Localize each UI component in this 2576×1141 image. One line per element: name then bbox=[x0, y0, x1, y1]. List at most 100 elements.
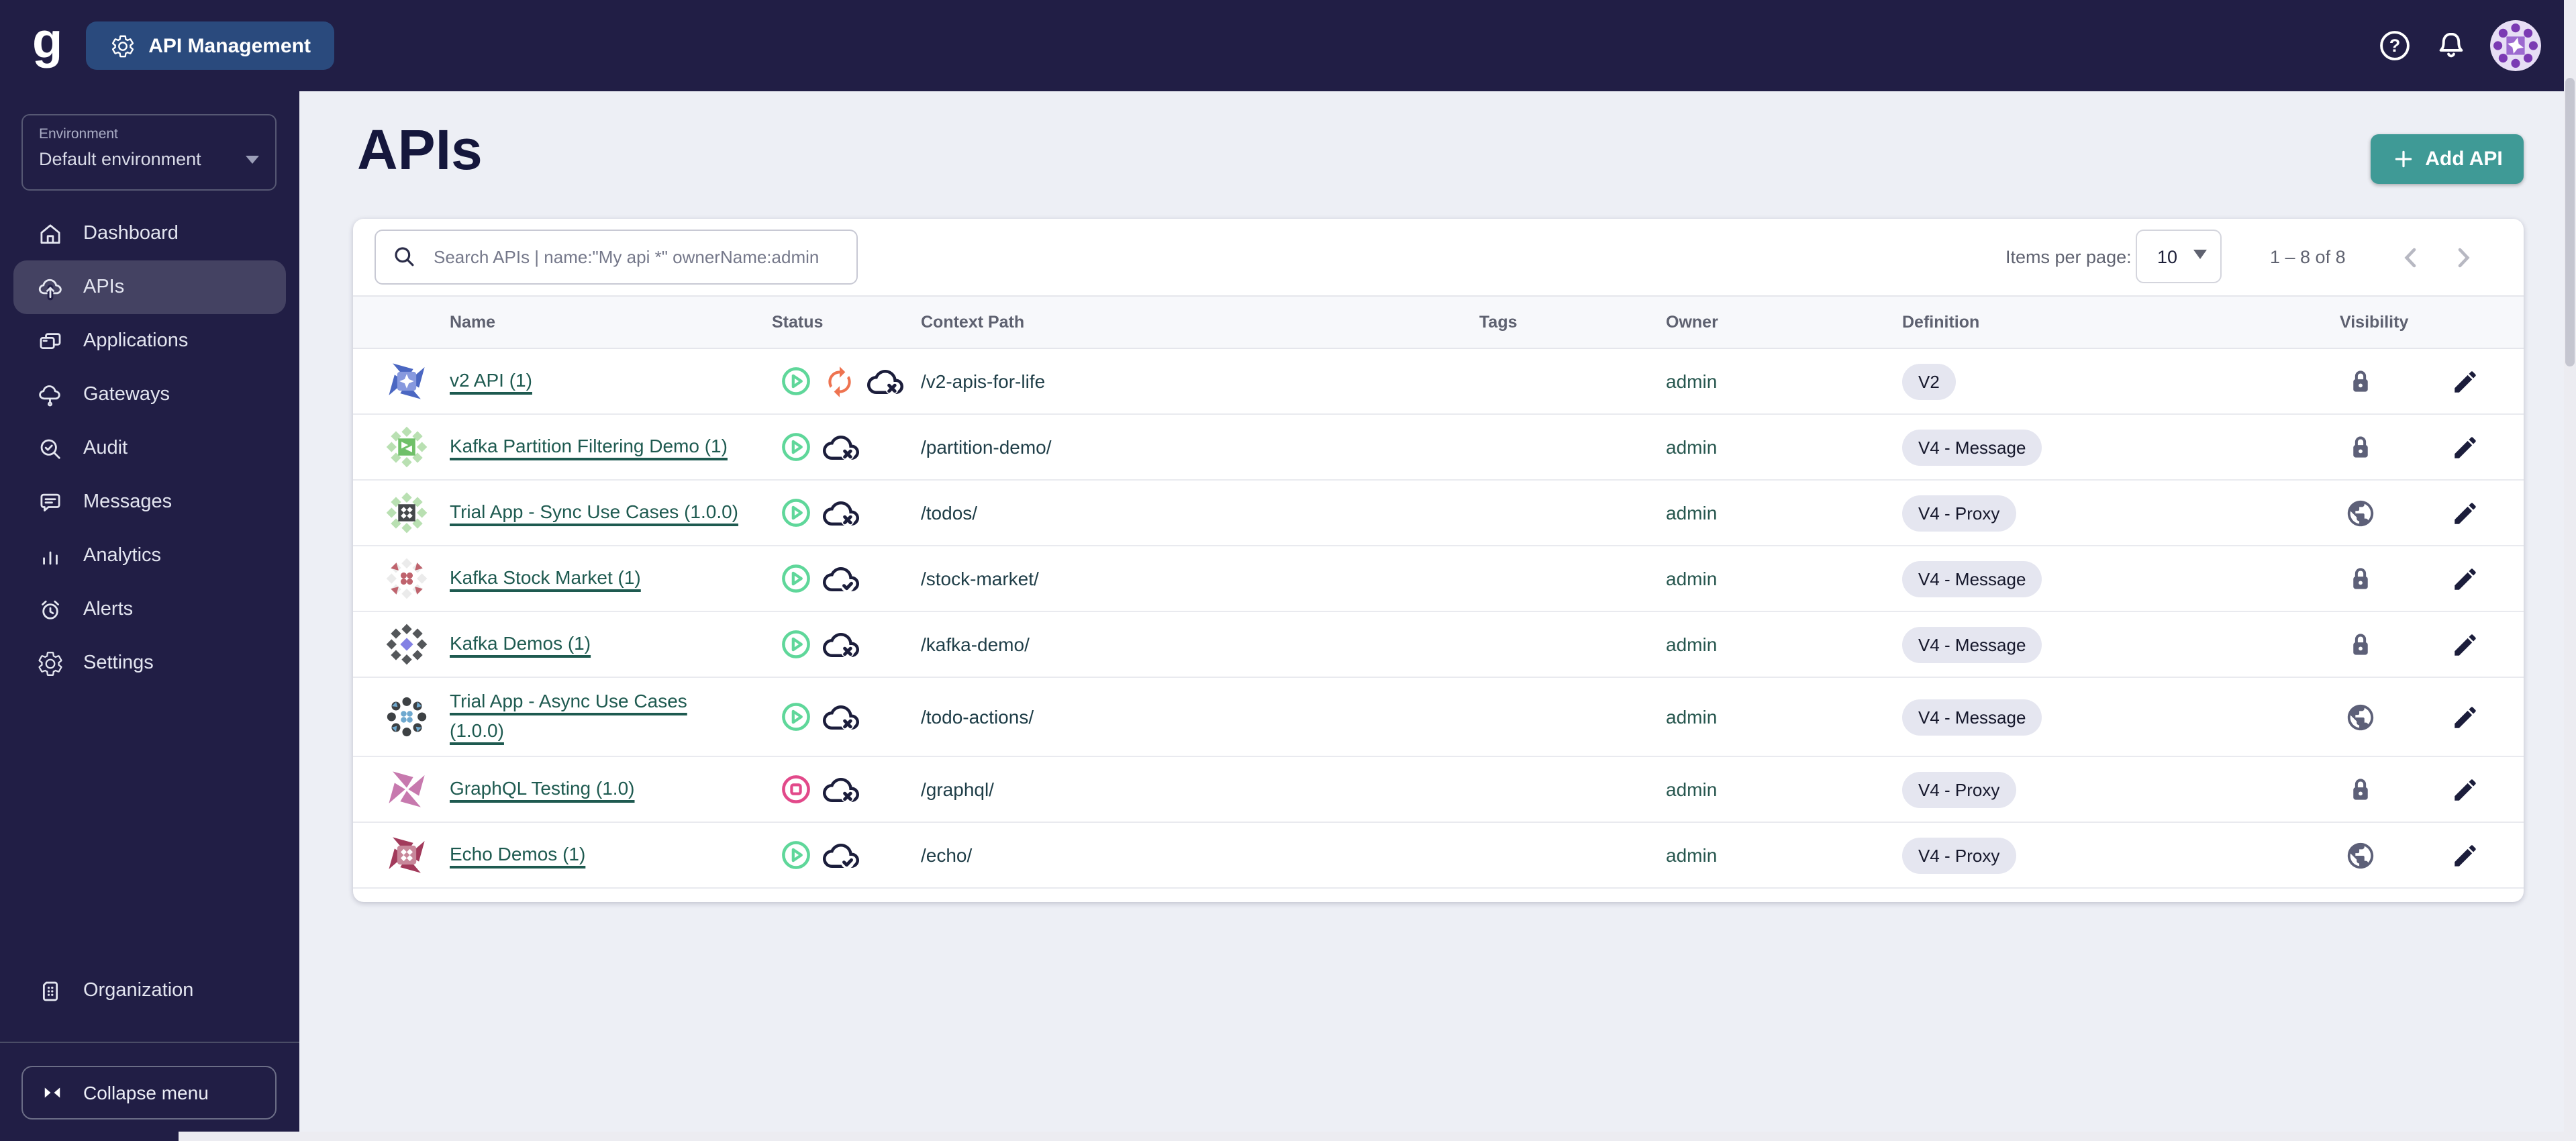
collapse-icon bbox=[40, 1081, 64, 1105]
audit-icon bbox=[36, 434, 64, 462]
api-context-path: /echo/ bbox=[921, 844, 973, 866]
api-owner: admin bbox=[1666, 779, 1718, 800]
visibility-private-lock-icon bbox=[2340, 563, 2376, 594]
edit-api-button[interactable] bbox=[2442, 694, 2487, 740]
horizontal-scrollbar[interactable] bbox=[179, 1132, 2576, 1141]
api-visibility-cell bbox=[2340, 366, 2428, 397]
add-api-button[interactable]: Add API bbox=[2371, 134, 2524, 184]
edit-api-button[interactable] bbox=[2442, 556, 2487, 601]
table-row: Echo Demos (1) /echo/ admin V4 - Proxy bbox=[353, 823, 2524, 889]
sidebar-item-analytics[interactable]: Analytics bbox=[13, 529, 286, 583]
edit-api-button[interactable] bbox=[2442, 424, 2487, 470]
api-name-link[interactable]: Trial App - Async Use Cases (1.0.0) bbox=[450, 688, 687, 746]
sidebar-item-alerts[interactable]: Alerts bbox=[13, 583, 286, 636]
table-row: Trial App - Async Use Cases (1.0.0) /todo… bbox=[353, 678, 2524, 757]
vertical-scrollbar[interactable] bbox=[2564, 0, 2576, 1141]
api-owner: admin bbox=[1666, 568, 1718, 589]
next-page-button[interactable] bbox=[2447, 242, 2479, 274]
status-not-deployed-icon bbox=[867, 363, 903, 399]
sidebar-divider bbox=[0, 1042, 299, 1043]
visibility-private-lock-icon bbox=[2340, 432, 2376, 462]
api-definition-badge: V4 - Proxy bbox=[1902, 771, 2016, 807]
api-status-cell bbox=[772, 363, 921, 399]
sidebar-nav: Dashboard APIs Applications Gateways Aud… bbox=[0, 207, 299, 690]
main-content: APIs Add API Items per page: 10 1 – 8 of… bbox=[299, 91, 2576, 1141]
search-input[interactable] bbox=[431, 246, 840, 268]
user-avatar[interactable] bbox=[2490, 20, 2541, 71]
api-status-cell bbox=[772, 429, 921, 465]
status-started-icon bbox=[780, 839, 812, 871]
visibility-public-globe-icon bbox=[2340, 497, 2376, 528]
sidebar-item-settings[interactable]: Settings bbox=[13, 636, 286, 690]
notifications-bell-icon[interactable] bbox=[2434, 28, 2469, 63]
pencil-icon bbox=[2454, 436, 2475, 458]
table-body: v2 API (1) /v2-apis-for-life admin V2 Ka… bbox=[353, 349, 2524, 889]
api-name-link[interactable]: v2 API (1) bbox=[450, 366, 532, 395]
alerts-icon bbox=[36, 595, 64, 624]
plus-icon bbox=[2394, 150, 2412, 168]
sidebar: Environment Default environment Dashboar… bbox=[0, 91, 299, 1141]
chevron-down-icon bbox=[2193, 249, 2207, 258]
help-icon[interactable]: ? bbox=[2377, 28, 2412, 63]
api-name-link[interactable]: Kafka Demos (1) bbox=[450, 630, 591, 658]
previous-page-button[interactable] bbox=[2395, 242, 2427, 274]
pencil-icon bbox=[2454, 634, 2475, 655]
api-name-link[interactable]: GraphQL Testing (1.0) bbox=[450, 775, 635, 803]
api-status-cell bbox=[772, 771, 921, 807]
sidebar-item-label: Messages bbox=[83, 491, 172, 513]
sidebar-item-label: Settings bbox=[83, 652, 154, 674]
sidebar-item-messages[interactable]: Messages bbox=[13, 475, 286, 529]
sidebar-item-label: Gateways bbox=[83, 384, 170, 405]
visibility-public-globe-icon bbox=[2340, 701, 2376, 732]
sidebar-item-applications[interactable]: Applications bbox=[13, 314, 286, 368]
status-stopped-icon bbox=[780, 773, 812, 805]
api-context-path: /partition-demo/ bbox=[921, 436, 1052, 458]
api-visibility-cell bbox=[2340, 629, 2428, 660]
table-toolbar: Items per page: 10 1 – 8 of 8 bbox=[353, 219, 2524, 295]
status-started-icon bbox=[780, 431, 812, 463]
edit-api-button[interactable] bbox=[2442, 490, 2487, 536]
visibility-private-lock-icon bbox=[2340, 774, 2376, 805]
sidebar-item-organization[interactable]: Organization bbox=[13, 964, 286, 1018]
analytics-icon bbox=[36, 542, 64, 570]
gear-icon bbox=[109, 33, 135, 58]
status-started-icon bbox=[780, 497, 812, 529]
api-definition-badge: V4 - Message bbox=[1902, 626, 2042, 662]
api-visibility-cell bbox=[2340, 701, 2428, 732]
organization-icon bbox=[36, 977, 64, 1005]
svg-text:?: ? bbox=[2389, 35, 2401, 56]
environment-select[interactable]: Environment Default environment bbox=[21, 114, 277, 191]
api-context-path: /stock-market/ bbox=[921, 568, 1039, 589]
edit-api-button[interactable] bbox=[2442, 622, 2487, 667]
column-header-context-path: Context Path bbox=[921, 313, 1025, 332]
api-context-path: /todos/ bbox=[921, 502, 978, 524]
api-name-link[interactable]: Kafka Partition Filtering Demo (1) bbox=[450, 432, 728, 461]
sidebar-item-audit[interactable]: Audit bbox=[13, 421, 286, 475]
edit-api-button[interactable] bbox=[2442, 832, 2487, 878]
api-name-link[interactable]: Kafka Stock Market (1) bbox=[450, 564, 641, 593]
api-definition-badge: V4 - Message bbox=[1902, 560, 2042, 597]
collapse-menu-button[interactable]: Collapse menu bbox=[21, 1066, 277, 1120]
edit-api-button[interactable] bbox=[2442, 358, 2487, 404]
status-out-of-sync-icon bbox=[823, 364, 856, 398]
status-deployed-icon bbox=[823, 837, 859, 873]
sidebar-item-gateways[interactable]: Gateways bbox=[13, 368, 286, 421]
sidebar-footer-nav: Organization bbox=[0, 964, 299, 1018]
table-row: Kafka Demos (1) /kafka-demo/ admin V4 - … bbox=[353, 612, 2524, 678]
api-name-link[interactable]: Trial App - Sync Use Cases (1.0.0) bbox=[450, 498, 738, 527]
sidebar-item-apis[interactable]: APIs bbox=[13, 260, 286, 314]
sidebar-item-dashboard[interactable]: Dashboard bbox=[13, 207, 286, 260]
sidebar-item-label: Audit bbox=[83, 438, 128, 459]
app-chip-label: API Management bbox=[148, 34, 311, 57]
api-avatar bbox=[384, 424, 430, 470]
api-avatar bbox=[384, 358, 430, 404]
visibility-private-lock-icon bbox=[2340, 366, 2376, 397]
vertical-scrollbar-thumb[interactable] bbox=[2565, 78, 2575, 366]
api-name-link[interactable]: Echo Demos (1) bbox=[450, 840, 585, 869]
edit-api-button[interactable] bbox=[2442, 766, 2487, 812]
status-not-deployed-icon bbox=[823, 495, 859, 531]
items-per-page-select[interactable]: 10 bbox=[2136, 230, 2222, 283]
api-owner: admin bbox=[1666, 370, 1718, 392]
api-management-switcher[interactable]: API Management bbox=[85, 21, 335, 70]
sidebar-item-label: Alerts bbox=[83, 599, 134, 620]
